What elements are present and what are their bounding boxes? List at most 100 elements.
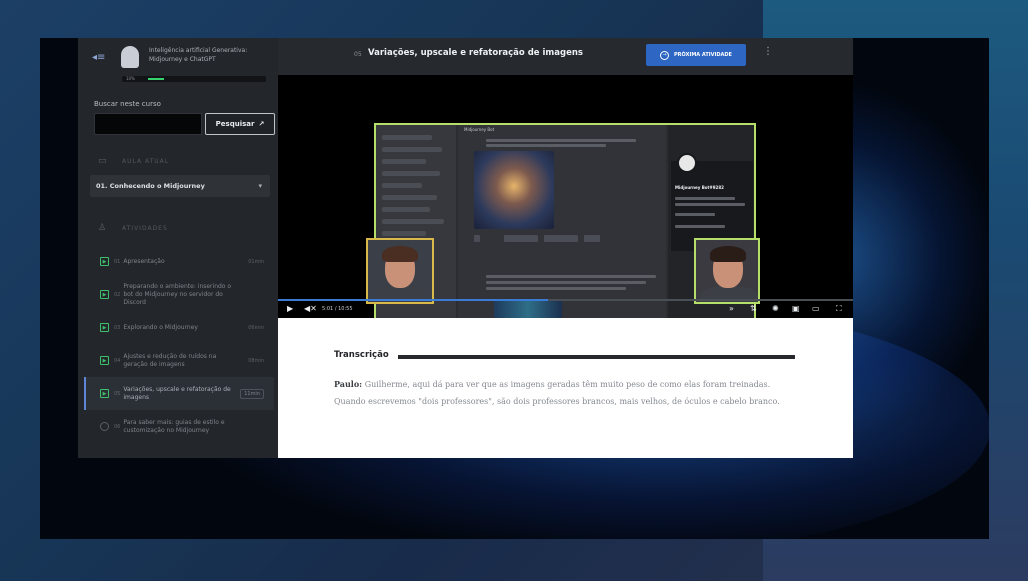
blurred-channel: [382, 195, 437, 200]
current-lesson-section: ▭ AULA ATUAL: [98, 156, 169, 166]
presenter-shirt: [700, 286, 758, 302]
video-check-icon: ▶: [100, 323, 109, 332]
blurred-channel: [382, 147, 442, 152]
discord-chat: Midjourney Bot: [458, 125, 666, 333]
discord-channel-title: Midjourney Bot: [464, 127, 495, 132]
transcript-heading: Transcrição: [334, 350, 389, 360]
profile-text: [675, 197, 735, 200]
blurred-channel: [382, 183, 422, 188]
current-lesson-label: AULA ATUAL: [122, 157, 170, 165]
generated-image: [474, 151, 554, 229]
transcript-panel: Transcrição Paulo: Guilherme, aqui dá pa…: [278, 318, 853, 458]
chevron-down-icon: ▾: [258, 182, 262, 190]
profile-text: [675, 203, 745, 206]
search-input[interactable]: [94, 113, 202, 135]
transcript-content: Guilherme, aqui dá para ver que as image…: [334, 380, 780, 406]
chat-text: [486, 275, 656, 278]
blurred-channel: [382, 231, 426, 236]
presenter-hair: [710, 246, 746, 262]
activity-label: Explorando o Midjourney: [123, 323, 198, 331]
video-player[interactable]: Midjourney Bot Midjourney Bot#9282 ▶ ◀✕ …: [278, 75, 853, 335]
profile-text: [675, 225, 725, 228]
blurred-channel: [382, 207, 430, 212]
activity-number: 04: [114, 357, 121, 364]
chat-action-button: [504, 235, 538, 242]
video-check-icon: ▶: [100, 389, 109, 398]
picture-in-picture-icon[interactable]: ▣: [792, 304, 800, 313]
chat-action-button: [584, 235, 600, 242]
activity-number: 06: [114, 423, 121, 430]
activity-item[interactable]: ▶ 04 Ajustes e redução de ruídos na geraçã…: [84, 344, 274, 377]
chat-text: [486, 139, 636, 142]
bot-profile-name: Midjourney Bot#9282: [675, 185, 724, 190]
activity-label: Para saber mais: guias de estilo e custo…: [123, 418, 225, 434]
bot-avatar: [677, 153, 697, 173]
activity-number: 05: [114, 390, 121, 397]
course-badge-icon: [121, 46, 139, 68]
person-icon: ♙: [98, 223, 107, 233]
subtitles-icon[interactable]: ⇅: [750, 304, 757, 313]
activities-section: ♙ ATIVIDADES: [98, 223, 168, 233]
blurred-channel: [382, 135, 432, 140]
search-button-label: Pesquisar: [215, 120, 255, 128]
more-options-icon[interactable]: ⋮: [763, 46, 773, 57]
activity-label: Preparando o ambiente: inserindo o bot d…: [123, 282, 232, 306]
activity-label: Variações, upscale e refatoração de imag…: [123, 385, 231, 401]
sidebar: ◂≡ Inteligência artificial Generativa: M…: [78, 38, 278, 458]
activity-item[interactable]: · 06 Para saber mais: guias de estilo e cu…: [84, 410, 274, 443]
lesson-title: Variações, upscale e refatoração de imag…: [368, 48, 583, 58]
blurred-channel: [382, 219, 444, 224]
chat-action-button: [474, 235, 480, 242]
chat-action-button: [544, 235, 578, 242]
volume-muted-icon[interactable]: ◀✕: [304, 304, 317, 313]
play-icon[interactable]: ▶: [287, 304, 293, 313]
next-activity-button[interactable]: → PRÓXIMA ATIVIDADE: [646, 44, 746, 66]
activity-list: ▶ 01 Apresentação 01min ▶ 02 Preparando o ambi…: [84, 245, 274, 443]
transcript-divider: [398, 355, 795, 359]
activity-duration: 01min: [248, 258, 264, 265]
lesson-header: 05 Variações, upscale e refatoração de i…: [278, 38, 853, 75]
search-label: Buscar neste curso: [94, 100, 161, 108]
blurred-channel: [382, 171, 440, 176]
activity-item[interactable]: ▶ 05 Variações, upscale e refatoração de i…: [84, 377, 274, 410]
activity-number: 03: [114, 324, 121, 331]
search-button[interactable]: Pesquisar ↗: [205, 113, 275, 135]
fullscreen-icon[interactable]: ⛶: [836, 304, 842, 314]
activity-item[interactable]: ▶ 02 Preparando o ambiente: inserindo o bo…: [84, 278, 274, 311]
transcript-text: Paulo: Guilherme, aqui dá para ver que a…: [334, 376, 804, 410]
monitor-screen: ◂≡ Inteligência artificial Generativa: M…: [40, 38, 989, 539]
external-link-icon: ↗: [258, 120, 265, 128]
activity-label: Ajustes e redução de ruídos na geração d…: [123, 352, 217, 368]
arrow-right-icon: →: [660, 50, 670, 60]
video-check-icon: ▶: [100, 356, 109, 365]
activity-label: Apresentação: [123, 257, 165, 265]
course-title[interactable]: Inteligência artificial Generativa: Midj…: [149, 46, 269, 64]
course-header: ◂≡ Inteligência artificial Generativa: M…: [78, 38, 278, 90]
video-check-icon: ▶: [100, 257, 109, 266]
presenter-webcam-right: [694, 238, 760, 304]
course-progress-fill: [148, 78, 165, 80]
lesson-select[interactable]: 01. Conhecendo o Midjourney ▾: [90, 175, 270, 197]
activity-duration: 11min: [240, 388, 264, 399]
chat-text: [486, 287, 626, 290]
chat-text: [486, 144, 606, 147]
course-progress-bar: 10%: [122, 76, 266, 82]
monitor-icon: ▭: [98, 156, 107, 166]
transcript-speaker: Paulo:: [334, 379, 363, 389]
presenter-shirt: [372, 286, 430, 302]
lesson-number: 05: [354, 51, 362, 58]
settings-gear-icon[interactable]: ✺: [772, 304, 779, 313]
blurred-channel: [382, 159, 426, 164]
video-check-icon: ▶: [100, 290, 109, 299]
theater-mode-icon[interactable]: ▭: [812, 304, 820, 313]
activity-item[interactable]: ▶ 01 Apresentação 01min: [84, 245, 274, 278]
activity-item[interactable]: ▶ 03 Explorando o Midjourney 06min: [84, 311, 274, 344]
chat-text: [486, 281, 646, 284]
pending-circle-icon: ·: [100, 422, 109, 431]
presenter-hair: [382, 246, 418, 262]
skip-forward-icon[interactable]: »: [729, 304, 734, 313]
profile-text: [675, 213, 715, 216]
back-list-icon[interactable]: ◂≡: [92, 52, 110, 66]
presenter-webcam-left: [366, 238, 434, 304]
next-activity-label: PRÓXIMA ATIVIDADE: [674, 52, 732, 58]
